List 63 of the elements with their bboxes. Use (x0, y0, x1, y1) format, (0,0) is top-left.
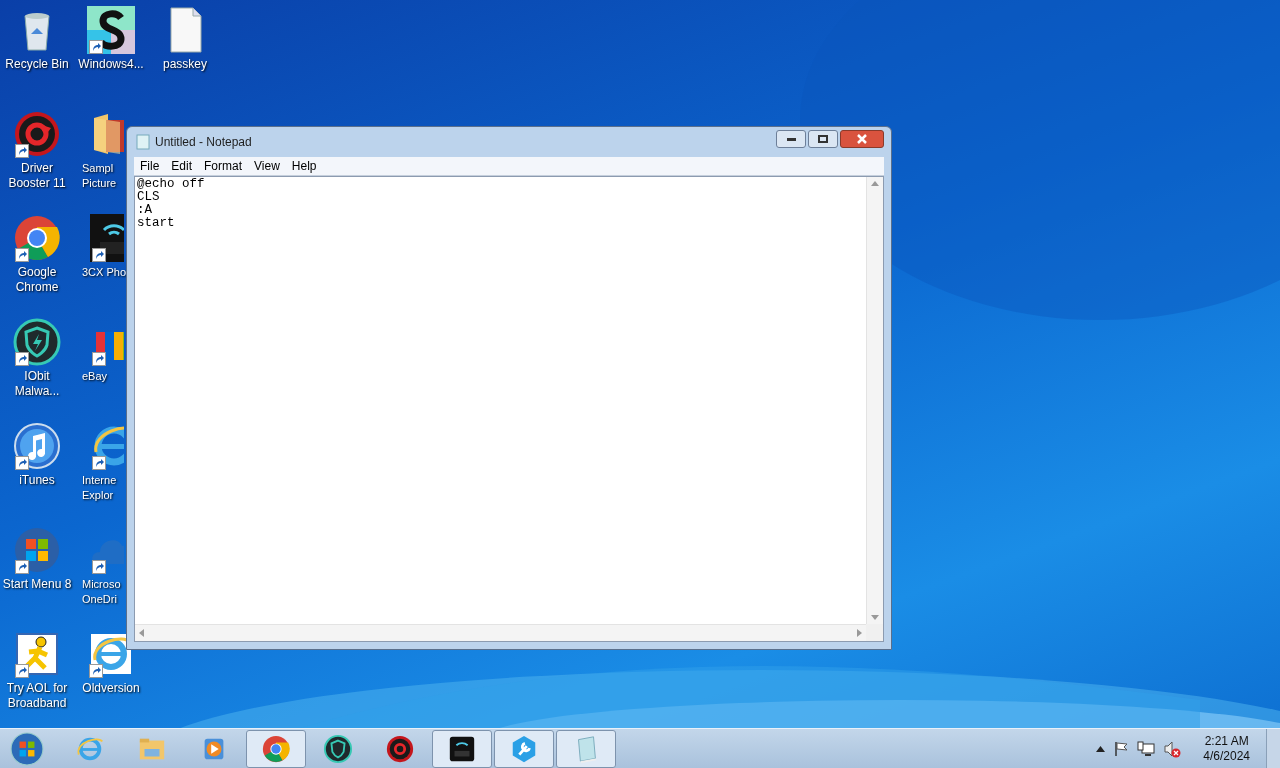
icon-label: Try AOL for (6, 681, 68, 696)
shield-icon (323, 733, 353, 764)
network-icon[interactable] (1137, 740, 1156, 757)
close-icon (857, 134, 867, 144)
icon-label: Sampl (82, 161, 114, 176)
muted-speaker-icon[interactable] (1163, 739, 1182, 758)
running-figure-icon[interactable] (13, 630, 61, 678)
icon-label: Windows4... (78, 57, 144, 72)
scroll-up-icon[interactable] (871, 181, 879, 186)
menu-item[interactable]: View (248, 157, 286, 175)
icon-label: Google (17, 265, 57, 280)
clock-date: 4/6/2024 (1203, 748, 1250, 764)
icon-label: passkey (163, 57, 207, 72)
maximize-button[interactable] (808, 130, 838, 148)
maximize-icon (818, 135, 828, 143)
text-line: @echo off (137, 178, 206, 191)
close-button[interactable] (840, 130, 884, 148)
shield-icon[interactable] (13, 318, 61, 366)
icon-label: Oldversion (82, 681, 140, 696)
clock-time: 2:21 AM (1204, 733, 1249, 749)
icon-label: IObit (24, 369, 50, 384)
icon-label: Broadband (7, 696, 67, 711)
menu-item[interactable]: Edit (165, 157, 199, 175)
letter-tile-icon[interactable] (87, 6, 135, 54)
icon-label: Interne (82, 473, 117, 488)
wifi-tile-icon[interactable] (90, 214, 124, 262)
icon-label: Start Menu 8 (2, 577, 72, 592)
text-line: :A (137, 204, 153, 217)
menu-item[interactable]: Help (285, 157, 323, 175)
music-note-icon[interactable] (13, 422, 61, 470)
text-line: start (137, 217, 176, 230)
icon-label: eBay (82, 369, 108, 384)
browser-icon[interactable] (13, 214, 61, 262)
icon-label: Explor (82, 488, 114, 503)
windows-orb-icon[interactable] (13, 526, 61, 574)
notepad-icon (136, 134, 150, 150)
icon-label: Malwa... (14, 384, 60, 399)
icon-label: iTunes (19, 473, 55, 488)
icon-label: Booster 11 (8, 176, 66, 191)
taskbar-button[interactable] (432, 729, 492, 768)
show-hidden-icons-icon[interactable] (1096, 745, 1106, 752)
icon-label: Driver (21, 161, 53, 176)
size-grip[interactable] (866, 624, 883, 641)
browser-icon (261, 733, 291, 764)
icon-label: Chrome (15, 280, 59, 295)
icon-label: OneDri (82, 592, 117, 607)
horizontal-scrollbar[interactable] (135, 624, 866, 641)
icon-label: 3CX Pho (82, 265, 127, 280)
window-title: Untitled - Notepad (155, 134, 252, 151)
minimize-icon (786, 137, 796, 141)
icon-label: Microso (82, 577, 121, 592)
vertical-scrollbar[interactable] (866, 177, 883, 624)
menu-item[interactable]: Format (198, 157, 249, 175)
menu-item[interactable]: File (134, 157, 166, 175)
windows-orb-icon (10, 731, 44, 766)
scroll-right-icon[interactable] (857, 629, 862, 637)
icon-label: Picture (82, 176, 117, 191)
flag-icon[interactable] (1113, 740, 1130, 757)
text-line: CLS (137, 191, 161, 204)
icon-label: Recycle Bin (5, 57, 69, 72)
scroll-down-icon[interactable] (871, 615, 879, 620)
scroll-left-icon[interactable] (139, 629, 144, 637)
minimize-button[interactable] (776, 130, 806, 148)
